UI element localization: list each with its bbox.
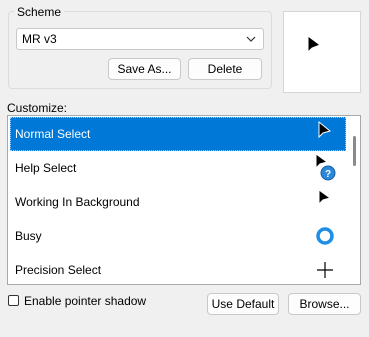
use-default-button[interactable]: Use Default bbox=[207, 293, 279, 315]
arrow-pointer-icon bbox=[318, 120, 332, 139]
browse-button[interactable]: Browse... bbox=[288, 293, 361, 315]
scheme-dropdown-value: MR v3 bbox=[22, 32, 57, 46]
busy-ring-icon bbox=[316, 227, 334, 245]
scheme-group-label: Scheme bbox=[14, 5, 65, 19]
enable-pointer-shadow-checkbox[interactable] bbox=[8, 295, 19, 306]
enable-pointer-shadow-label: Enable pointer shadow bbox=[24, 294, 147, 308]
scrollbar-thumb[interactable] bbox=[353, 136, 356, 166]
list-item-busy[interactable]: Busy bbox=[10, 219, 346, 253]
list-item-label: Precision Select bbox=[15, 263, 102, 277]
arrow-pointer-icon bbox=[307, 35, 322, 54]
list-item-label: Working In Background bbox=[15, 195, 140, 209]
list-item-label: Busy bbox=[15, 229, 42, 243]
crosshair-icon bbox=[317, 262, 333, 278]
svg-text:?: ? bbox=[325, 169, 331, 180]
list-scrollbar[interactable] bbox=[348, 116, 360, 284]
list-item-precision-select[interactable]: Precision Select bbox=[10, 253, 346, 284]
pointer-list[interactable]: Normal Select Help Select ? Working In B… bbox=[7, 115, 361, 285]
pointer-preview bbox=[283, 11, 361, 93]
help-pointer-icon: ? bbox=[315, 153, 336, 181]
list-item-working-in-background[interactable]: Working In Background bbox=[10, 185, 346, 219]
list-item-normal-select[interactable]: Normal Select bbox=[10, 117, 346, 151]
working-pointer-icon bbox=[318, 189, 332, 206]
delete-button[interactable]: Delete bbox=[188, 58, 262, 80]
list-item-label: Help Select bbox=[15, 161, 77, 175]
customize-label: Customize: bbox=[7, 101, 68, 115]
scheme-dropdown[interactable]: MR v3 bbox=[16, 28, 264, 50]
save-as-button[interactable]: Save As... bbox=[108, 58, 181, 80]
list-item-help-select[interactable]: Help Select ? bbox=[10, 151, 346, 185]
list-item-label: Normal Select bbox=[15, 127, 91, 141]
chevron-down-icon bbox=[245, 33, 257, 48]
